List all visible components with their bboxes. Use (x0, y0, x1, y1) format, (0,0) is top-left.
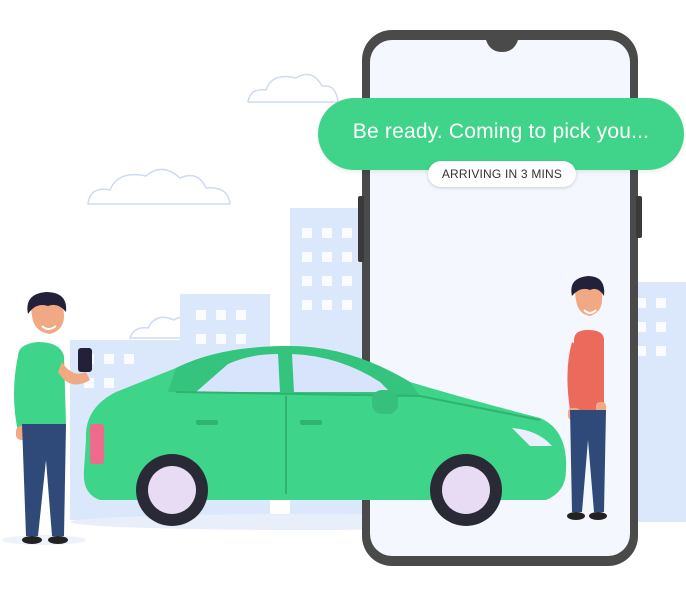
arrival-status-text: ARRIVING IN 3 MINS (441, 167, 563, 181)
wheel (136, 454, 208, 526)
notification-message: Be ready. Coming to pick you... (352, 120, 650, 143)
phone-side-button (358, 196, 364, 262)
phone-side-button (636, 196, 642, 238)
phone-icon (78, 348, 92, 372)
cloud-icon (247, 73, 339, 103)
tail-light (90, 424, 104, 464)
notification-bubble: Be ready. Coming to pick you... (318, 98, 684, 170)
scene-canvas (2, 30, 686, 566)
cloud-icon (87, 168, 231, 205)
side-mirror (372, 390, 398, 414)
arrival-status-badge: ARRIVING IN 3 MINS (428, 161, 576, 187)
ride-hailing-illustration: Be ready. Coming to pick you... ARRIVING… (0, 0, 686, 590)
wheel (430, 454, 502, 526)
